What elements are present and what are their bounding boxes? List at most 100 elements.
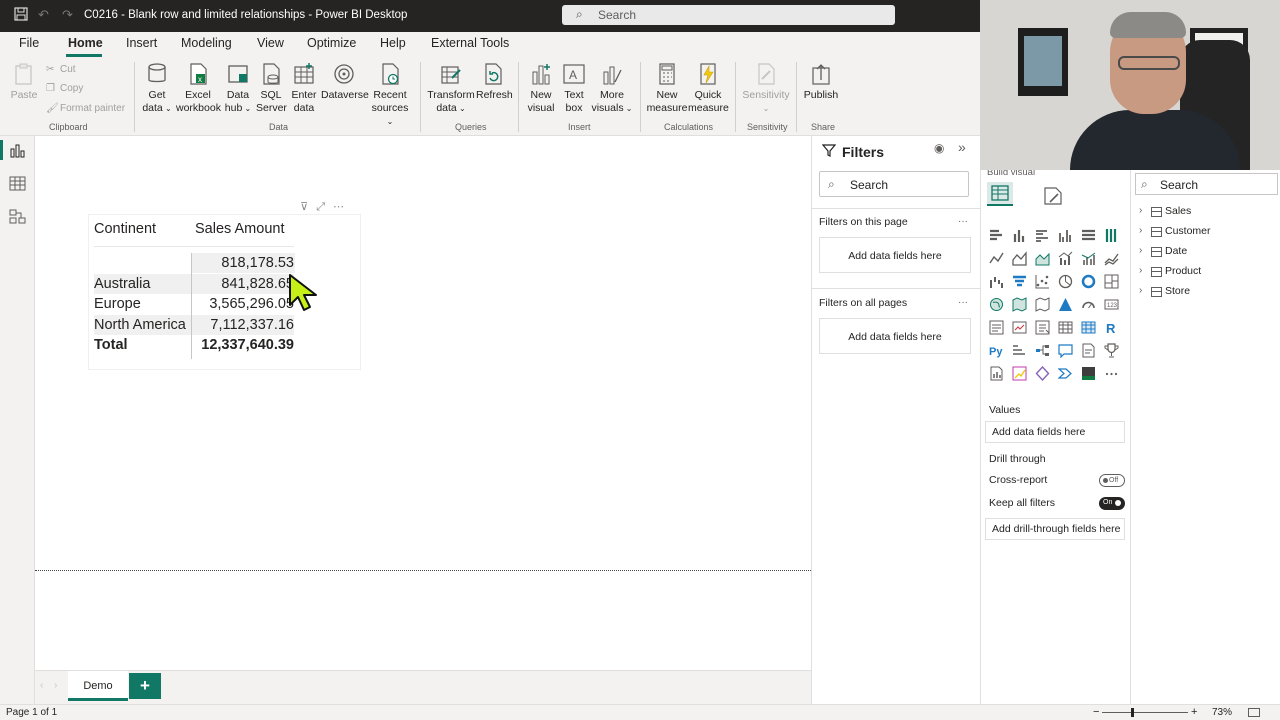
pie-chart-icon[interactable] (1058, 274, 1073, 289)
data-hub-button[interactable]: Data hub ⌄ (222, 62, 254, 115)
keep-all-filters-toggle[interactable]: On (1099, 497, 1125, 510)
collapse-pane-icon[interactable]: » (958, 139, 966, 155)
100-stacked-bar-icon[interactable] (1081, 228, 1096, 243)
menu-modeling[interactable]: Modeling (181, 36, 232, 50)
more-visuals-ellipsis-icon[interactable] (1104, 366, 1119, 381)
values-drop-well[interactable]: Add data fields here (985, 421, 1125, 443)
sensitivity-button[interactable]: Sensitivity ⌄ (741, 62, 791, 115)
zoom-slider-thumb[interactable] (1131, 708, 1134, 717)
refresh-button[interactable]: Refresh (476, 62, 513, 102)
more-options-icon[interactable]: ··· (958, 297, 968, 308)
quick-measure-button[interactable]: Quick measure (688, 62, 729, 115)
line-and-clustered-column-icon[interactable] (1081, 251, 1096, 266)
table-row[interactable]: Europe 3,565,296.05 (94, 295, 294, 316)
all-pages-filter-drop-well[interactable]: Add data fields here (819, 318, 971, 354)
column-header-continent[interactable]: Continent (94, 221, 156, 237)
report-view-icon[interactable] (9, 142, 26, 159)
waterfall-chart-icon[interactable] (989, 274, 1004, 289)
filters-search-input[interactable]: ⌕ Search (819, 171, 969, 197)
recent-sources-button[interactable]: Recent sources ⌄ (368, 62, 412, 128)
cross-report-toggle[interactable]: Off (1099, 474, 1125, 487)
table-icon[interactable] (1058, 320, 1073, 335)
drill-through-drop-well[interactable]: Add drill-through fields here (985, 518, 1125, 540)
page-filter-drop-well[interactable]: Add data fields here (819, 237, 971, 273)
get-data-button[interactable]: Get data ⌄ (140, 62, 174, 115)
zoom-slider[interactable] (1102, 712, 1188, 713)
map-icon[interactable] (989, 297, 1004, 312)
gauge-icon[interactable] (1081, 297, 1096, 312)
r-script-visual-icon[interactable]: R (1104, 320, 1119, 335)
treemap-icon[interactable] (1104, 274, 1119, 289)
redo-icon[interactable]: ↷ (62, 7, 73, 23)
kpi-icon[interactable] (1012, 320, 1027, 335)
metrics-trophy-icon[interactable] (1104, 343, 1119, 358)
clustered-bar-chart-icon[interactable] (1035, 228, 1050, 243)
line-and-column-chart-icon[interactable] (1058, 251, 1073, 266)
menu-file[interactable]: File (19, 36, 39, 50)
menu-home[interactable]: Home (68, 36, 103, 50)
stacked-column-chart-icon[interactable] (1012, 228, 1027, 243)
menu-view[interactable]: View (257, 36, 284, 50)
more-options-icon[interactable]: ⋯ (333, 201, 352, 213)
menu-external-tools[interactable]: External Tools (431, 36, 509, 50)
more-visuals-button[interactable]: More visuals ⌄ (591, 62, 633, 115)
ribbon-chart-icon[interactable] (1104, 251, 1119, 266)
build-visual-tab[interactable] (987, 182, 1013, 206)
100-stacked-column-icon[interactable] (1104, 228, 1119, 243)
stacked-area-chart-icon[interactable] (1035, 251, 1050, 266)
focus-mode-icon[interactable]: ⤢ (316, 201, 333, 213)
save-icon[interactable] (14, 7, 28, 24)
stacked-bar-chart-icon[interactable] (989, 228, 1004, 243)
table-row[interactable]: Australia 841,828.65 (94, 275, 294, 296)
publish-button[interactable]: Publish (802, 62, 840, 102)
new-visual-button[interactable]: New visual (525, 62, 557, 115)
menu-help[interactable]: Help (380, 36, 406, 50)
qa-visual-icon[interactable] (1058, 343, 1073, 358)
scatter-chart-icon[interactable] (1035, 274, 1050, 289)
azure-map-icon[interactable] (1058, 297, 1073, 312)
new-measure-button[interactable]: New measure (646, 62, 688, 115)
table-view-icon[interactable] (9, 175, 26, 192)
filled-map-icon[interactable] (1012, 297, 1027, 312)
power-automate-flow-icon[interactable] (1058, 366, 1073, 381)
model-view-icon[interactable] (9, 208, 26, 225)
text-box-button[interactable]: A Text box (560, 62, 588, 115)
menu-insert[interactable]: Insert (126, 36, 157, 50)
paste-button[interactable]: Paste (8, 62, 40, 102)
excel-workbook-button[interactable]: x Excel workbook (176, 62, 221, 115)
zoom-in-button[interactable]: + (1191, 706, 1197, 718)
cut-button[interactable]: Cut (60, 64, 76, 75)
undo-icon[interactable]: ↶ (38, 7, 49, 23)
transform-data-button[interactable]: Transform data ⌄ (426, 62, 476, 115)
more-options-icon[interactable]: ··· (958, 216, 968, 227)
sql-server-button[interactable]: SQL Server (256, 62, 287, 115)
zoom-out-button[interactable]: − (1093, 706, 1099, 718)
fit-to-page-icon[interactable] (1248, 708, 1260, 717)
python-visual-icon[interactable]: Py (989, 343, 1004, 358)
enter-data-button[interactable]: Enter data (289, 62, 319, 115)
smart-narrative-icon[interactable] (1081, 343, 1096, 358)
area-chart-icon[interactable] (1012, 251, 1027, 266)
table-row[interactable]: 818,178.53 (94, 254, 294, 275)
key-influencers-icon[interactable] (1012, 343, 1027, 358)
eye-icon[interactable]: ◉ (934, 141, 944, 155)
dataverse-button[interactable]: Dataverse (321, 62, 369, 102)
matrix-icon[interactable] (1081, 320, 1096, 335)
format-visual-icon[interactable] (1041, 184, 1065, 208)
power-automate-icon[interactable] (1035, 366, 1050, 381)
funnel-chart-icon[interactable] (1012, 274, 1027, 289)
column-header-sales-amount[interactable]: Sales Amount (195, 221, 284, 237)
power-apps-icon[interactable] (1012, 366, 1027, 381)
copy-button[interactable]: Copy (60, 83, 83, 94)
card-icon[interactable]: 123 (1104, 297, 1119, 312)
menu-optimize[interactable]: Optimize (307, 36, 356, 50)
format-painter-button[interactable]: Format painter (60, 103, 125, 114)
decomposition-tree-icon[interactable] (1035, 343, 1050, 358)
title-search-box[interactable]: ⌕ Search (562, 5, 895, 25)
paginated-report-icon[interactable] (989, 366, 1004, 381)
multi-row-card-icon[interactable] (989, 320, 1004, 335)
page-tab-demo[interactable]: Demo (68, 671, 128, 701)
data-search-input[interactable]: ⌕ Search (1135, 173, 1278, 195)
donut-chart-icon[interactable] (1081, 274, 1096, 289)
line-chart-icon[interactable] (989, 251, 1004, 266)
